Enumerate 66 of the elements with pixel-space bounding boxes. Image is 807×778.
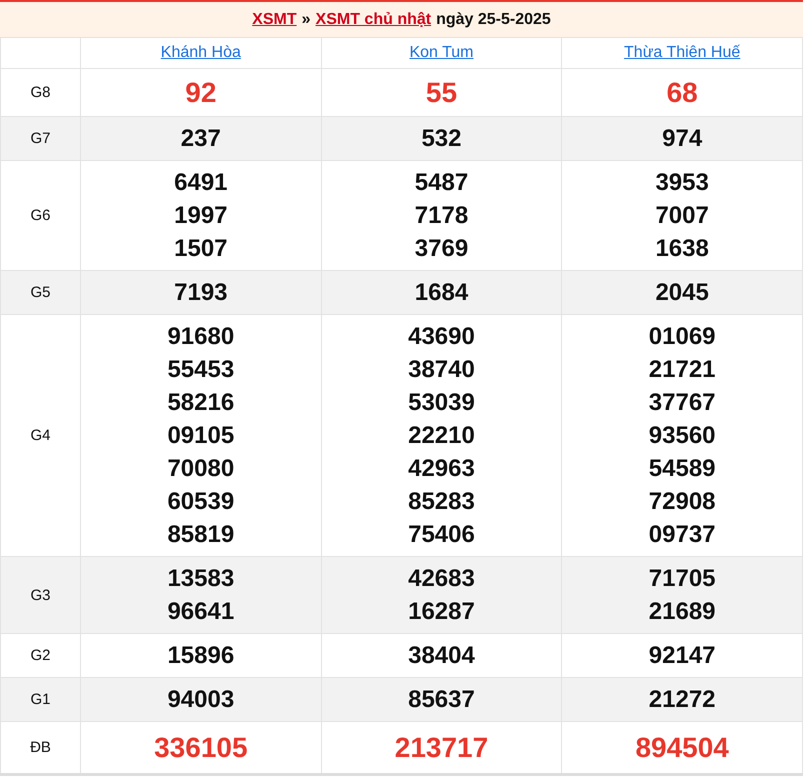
result-number: 532 xyxy=(420,124,462,154)
result-number: 974 xyxy=(661,124,704,154)
separator-text: » xyxy=(302,10,311,28)
result-number: 55453 xyxy=(166,355,236,385)
result-number: 85637 xyxy=(407,685,476,715)
result-number: 72908 xyxy=(648,487,717,517)
result-number: 21272 xyxy=(648,685,717,715)
result-number: 1638 xyxy=(654,234,710,264)
prize-label: G7 xyxy=(0,116,80,160)
result-number: 15896 xyxy=(166,641,236,671)
region-link[interactable]: XSMT xyxy=(252,10,297,28)
result-number: 42683 xyxy=(407,564,476,594)
prize-label: G3 xyxy=(0,556,80,634)
prize-label: G5 xyxy=(0,270,80,314)
result-number: 237 xyxy=(180,124,222,154)
result-number: 13583 xyxy=(166,564,236,594)
result-number: 1997 xyxy=(173,201,229,231)
result-number: 55 xyxy=(424,76,458,110)
result-number: 38740 xyxy=(407,355,476,385)
result-number: 5487 xyxy=(414,168,470,198)
result-number: 70080 xyxy=(166,454,236,484)
result-number: 68 xyxy=(666,76,699,110)
result-number: 43690 xyxy=(407,322,476,352)
result-number: 91680 xyxy=(166,322,236,352)
result-number: 7193 xyxy=(173,278,229,308)
result-number: 96641 xyxy=(166,597,236,627)
result-number: 92 xyxy=(184,76,218,110)
result-number: 3953 xyxy=(654,168,710,198)
result-number: 894504 xyxy=(634,731,730,765)
result-number: 09105 xyxy=(166,421,236,451)
result-number: 1684 xyxy=(414,278,470,308)
province-link[interactable]: Khánh Hòa xyxy=(160,44,241,61)
prize-label: G4 xyxy=(0,314,80,556)
result-number: 42963 xyxy=(407,454,476,484)
result-number: 85283 xyxy=(407,487,476,517)
result-number: 01069 xyxy=(648,322,717,352)
result-number: 92147 xyxy=(648,641,717,671)
result-number: 09737 xyxy=(648,520,717,550)
result-number: 53039 xyxy=(407,388,476,418)
result-number: 94003 xyxy=(166,685,236,715)
date-text: ngày 25-5-2025 xyxy=(436,10,551,28)
result-number: 38404 xyxy=(407,641,476,671)
result-number: 21689 xyxy=(648,597,717,627)
prize-label: G1 xyxy=(0,678,80,722)
result-number: 1507 xyxy=(173,234,229,264)
result-number: 54589 xyxy=(648,454,717,484)
result-number: 22210 xyxy=(407,421,476,451)
province-link[interactable]: Kon Tum xyxy=(409,44,474,61)
result-number: 6491 xyxy=(173,168,229,198)
result-number: 7007 xyxy=(654,201,710,231)
result-number: 93560 xyxy=(648,421,717,451)
result-number: 37767 xyxy=(648,388,717,418)
result-number: 7178 xyxy=(414,201,470,231)
result-number: 2045 xyxy=(654,278,710,308)
result-number: 58216 xyxy=(166,388,236,418)
result-number: 3769 xyxy=(414,234,470,264)
result-number: 71705 xyxy=(648,564,717,594)
prize-label: ĐB xyxy=(0,722,80,774)
result-number: 85819 xyxy=(166,520,236,550)
result-number: 21721 xyxy=(648,355,717,385)
result-number: 60539 xyxy=(166,487,236,517)
result-number: 213717 xyxy=(394,731,490,765)
day-link[interactable]: XSMT chủ nhật xyxy=(316,10,432,28)
result-number: 16287 xyxy=(407,597,476,627)
result-number: 336105 xyxy=(153,731,249,765)
result-number: 75406 xyxy=(407,520,476,550)
